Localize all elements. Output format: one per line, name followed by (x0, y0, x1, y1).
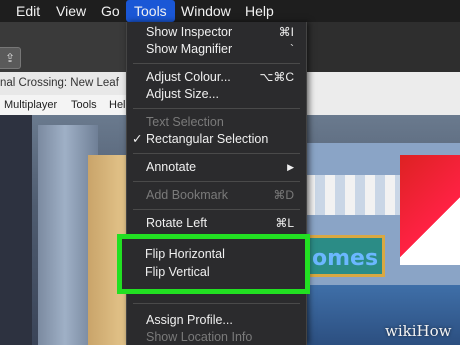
menu-separator (133, 63, 300, 64)
text-selection-label: Text Selection (146, 115, 224, 129)
menu-item-flip-vertical[interactable]: Flip Vertical (145, 264, 210, 281)
menu-separator (133, 181, 300, 182)
menu-item-rotate-left[interactable]: Rotate Left ⌘L (127, 215, 306, 232)
menu-item-flip-horizontal[interactable]: Flip Horizontal (145, 246, 225, 263)
adjust-colour-shortcut: ⌥⌘C (259, 70, 295, 84)
menu-item-show-location-info: Show Location Info (127, 329, 306, 345)
show-location-info-label: Show Location Info (146, 330, 253, 344)
menu-item-text-selection: Text Selection (127, 114, 306, 131)
highlight-box: Flip Horizontal Flip Vertical (117, 234, 310, 294)
add-bookmark-label: Add Bookmark (146, 188, 228, 202)
menu-item-adjust-size[interactable]: Adjust Size... (127, 86, 306, 103)
menu-separator (133, 303, 300, 304)
show-magnifier-shortcut: ` (290, 42, 294, 56)
annotate-label: Annotate (146, 160, 197, 174)
menu-view[interactable]: View (56, 3, 86, 19)
menu-go[interactable]: Go (101, 3, 120, 19)
adjust-size-label: Adjust Size... (146, 87, 219, 101)
rotate-left-label: Rotate Left (146, 216, 208, 230)
scene-roof (400, 155, 460, 265)
menu-bar: Edit View Go Tools Window Help (0, 0, 460, 22)
game-menu-help: Hel (109, 99, 126, 111)
menu-item-adjust-colour[interactable]: Adjust Colour... ⌥⌘C (127, 69, 306, 86)
share-button[interactable]: ⇪ (0, 47, 21, 69)
share-icon: ⇪ (4, 51, 16, 65)
show-inspector-label: Show Inspector (146, 25, 233, 39)
show-inspector-shortcut: ⌘I (278, 25, 294, 39)
game-menu-multiplayer: Multiplayer (4, 99, 58, 111)
menu-separator (133, 209, 300, 210)
menu-separator (133, 153, 300, 154)
checkmark-icon: ✓ (132, 132, 143, 146)
tools-dropdown-menu: Show Inspector ⌘I Show Magnifier ` Adjus… (126, 22, 307, 345)
menu-item-rectangular-selection[interactable]: ✓ Rectangular Selection (127, 131, 306, 148)
wikihow-watermark: wikiHow (385, 322, 452, 340)
scene-dark-pillar (0, 115, 32, 345)
menu-edit[interactable]: Edit (16, 3, 40, 19)
menu-help[interactable]: Help (245, 3, 274, 19)
show-magnifier-label: Show Magnifier (146, 42, 233, 56)
scene-shop-sign: omes (305, 235, 385, 277)
menu-tools[interactable]: Tools (126, 0, 175, 22)
add-bookmark-shortcut: ⌘D (273, 188, 294, 202)
window-panel-light (305, 72, 460, 118)
rectangular-selection-label: Rectangular Selection (146, 132, 269, 146)
menu-item-assign-profile[interactable]: Assign Profile... (127, 312, 306, 329)
submenu-arrow-icon: ▶ (287, 162, 294, 172)
menu-item-show-inspector[interactable]: Show Inspector ⌘I (127, 24, 306, 41)
document-title: nal Crossing: New Leaf (0, 72, 126, 95)
menu-item-add-bookmark: Add Bookmark ⌘D (127, 187, 306, 204)
flip-vertical-label: Flip Vertical (145, 265, 210, 279)
assign-profile-label: Assign Profile... (146, 313, 233, 327)
adjust-colour-label: Adjust Colour... (146, 70, 231, 84)
menu-item-show-magnifier[interactable]: Show Magnifier ` (127, 41, 306, 58)
menu-separator (133, 108, 300, 109)
game-menu-bar: Multiplayer Tools Hel (0, 95, 126, 116)
menu-item-annotate[interactable]: Annotate ▶ (127, 159, 306, 176)
game-menu-tools: Tools (71, 99, 97, 111)
menu-window[interactable]: Window (181, 3, 231, 19)
document-title-text: nal Crossing: New Leaf (0, 77, 119, 89)
flip-horizontal-label: Flip Horizontal (145, 247, 225, 261)
rotate-left-shortcut: ⌘L (275, 216, 294, 230)
